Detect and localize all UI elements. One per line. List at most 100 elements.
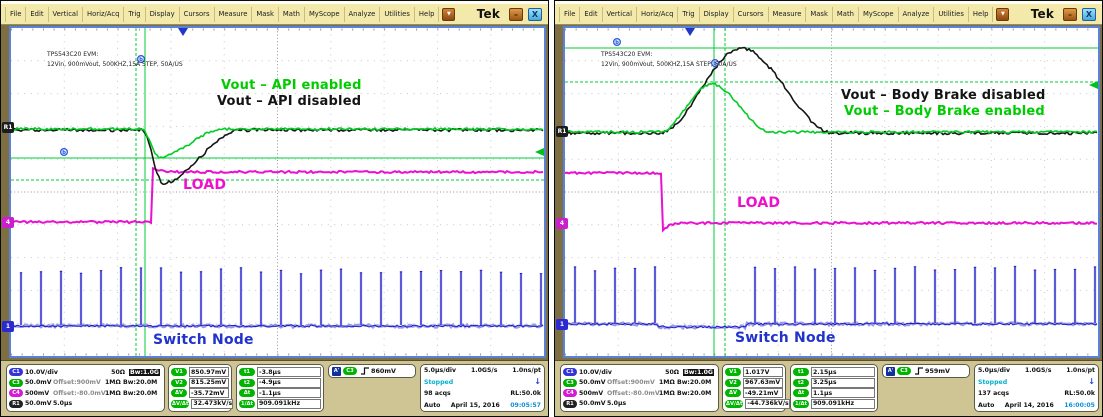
- menu-item-display[interactable]: Display: [146, 7, 180, 22]
- date-value: April 15, 2016: [451, 402, 500, 409]
- voltage-measurement-value: -49.21mV: [743, 388, 783, 398]
- channel-setting: Bw:20.0M: [677, 379, 711, 386]
- channel-setting: 500mV: [25, 390, 51, 397]
- channel-settings-box[interactable]: C110.0V/div50ΩBw:1.0GC350.0mVOffset:900m…: [560, 364, 719, 412]
- annotation-line-1: TPS543C20 EVM:: [601, 50, 737, 60]
- menu-item-trig[interactable]: Trig: [124, 7, 145, 22]
- menu-item-edit[interactable]: Edit: [26, 7, 48, 22]
- menu-item-help[interactable]: Help: [969, 7, 994, 22]
- minimize-button[interactable]: –: [509, 8, 523, 21]
- menu-item-trig[interactable]: Trig: [678, 7, 699, 22]
- time-measurement-badge: 1/Δt: [793, 400, 809, 408]
- acquisition-status: Stopped: [424, 379, 453, 386]
- vout-trace-label-2: Vout – Body Brake enabled: [844, 104, 1045, 119]
- menu-item-math[interactable]: Math: [279, 7, 305, 22]
- arrow-down-icon: ↓: [534, 379, 541, 385]
- acquisition-status-row: Stopped ↓: [978, 379, 1095, 386]
- trigger-position-marker: [685, 28, 695, 36]
- channel-badge-r1: R1: [563, 400, 577, 408]
- time-measurement-value: 3.25μs: [811, 378, 875, 388]
- menu-item-measure[interactable]: Measure: [769, 7, 807, 22]
- menu-item-cursors[interactable]: Cursors: [734, 7, 769, 22]
- channel-settings-box[interactable]: C110.0V/div50ΩBw:1.0GC350.0mVOffset:900m…: [6, 364, 165, 412]
- channel3-level-arrow: [535, 148, 544, 156]
- close-button[interactable]: X: [1082, 8, 1096, 21]
- load-trace-label: LOAD: [737, 195, 780, 211]
- voltage-measurement-row: V1850.97mV: [171, 367, 229, 377]
- menu-item-myscope[interactable]: MyScope: [859, 7, 899, 22]
- menu-item-mask[interactable]: Mask: [806, 7, 833, 22]
- channel-position-marker-4[interactable]: 4: [2, 217, 14, 228]
- channel-setting: 5.0μs: [607, 400, 626, 407]
- trigger-readout-box[interactable]: A' C3 959mV: [882, 364, 970, 378]
- menu-item-utilities[interactable]: Utilities: [934, 7, 969, 22]
- voltage-measurement-value: -44.736kV/s: [745, 399, 789, 409]
- cursor-b-marker-label: b: [62, 150, 66, 156]
- menu-overflow-button[interactable]: ▼: [442, 8, 455, 21]
- minimize-button[interactable]: –: [1063, 8, 1077, 21]
- menu-item-mask[interactable]: Mask: [252, 7, 279, 22]
- menu-item-utilities[interactable]: Utilities: [380, 7, 415, 22]
- waveform-screen: bb TPS543C20 EVM: 12Vin, 900mVout, 500KH…: [555, 25, 1102, 360]
- voltage-measurement-badge: V2: [725, 379, 741, 387]
- menu-item-measure[interactable]: Measure: [215, 7, 253, 22]
- menu-bar: FileEditVerticalHoriz/AcqTrigDisplayCurs…: [1, 1, 548, 25]
- time-cursor-readout-box: t12.15μst23.25μsΔt1.1μs1/Δt909.091kHz: [790, 364, 878, 412]
- channel-row-c3: C350.0mVOffset:900mV1MΩBw:20.0M: [563, 378, 716, 388]
- trigger-position-marker: [178, 28, 188, 36]
- channel-row-c4: C4500mVOffset:-80.0mV1MΩBw:20.0M: [9, 388, 162, 398]
- menu-item-help[interactable]: Help: [415, 7, 440, 22]
- trigger-level: 860mV: [371, 367, 396, 375]
- trigger-a-badge: A': [332, 367, 341, 376]
- time-measurement-value: 909.091kHz: [257, 399, 321, 409]
- voltage-measurement-badge: ΔV: [171, 389, 187, 397]
- menu-item-edit[interactable]: Edit: [580, 7, 602, 22]
- channel-setting: Offset:-80.0mV: [607, 390, 657, 397]
- channel-position-marker-4[interactable]: 4: [556, 218, 568, 229]
- time-measurement-badge: t2: [239, 379, 255, 387]
- menu-item-math[interactable]: Math: [833, 7, 859, 22]
- menu-item-horiz-acq[interactable]: Horiz/Acq: [83, 7, 124, 22]
- time-measurement-badge: Δt: [239, 389, 255, 397]
- menu-item-horiz-acq[interactable]: Horiz/Acq: [637, 7, 678, 22]
- channel-setting: 10.0V/div: [25, 369, 65, 376]
- time-measurement-badge: Δt: [793, 389, 809, 397]
- channel-setting: 50.0mV: [25, 400, 51, 407]
- menu-items: FileEditVerticalHoriz/AcqTrigDisplayCurs…: [559, 7, 993, 22]
- menu-item-display[interactable]: Display: [700, 7, 734, 22]
- switch-node-trace-label: Switch Node: [153, 332, 254, 348]
- menu-item-file[interactable]: File: [6, 7, 26, 22]
- readout-bar: C110.0V/div50ΩBw:1.0GC350.0mVOffset:900m…: [1, 360, 548, 416]
- acquisition-status-row: Stopped ↓: [424, 379, 541, 386]
- channel-position-marker-1[interactable]: 1: [556, 319, 568, 330]
- voltage-measurement-value: 815.25mV: [189, 378, 229, 388]
- channel-position-marker-1[interactable]: 1: [2, 321, 14, 332]
- menu-item-analyze[interactable]: Analyze: [345, 7, 381, 22]
- time-measurement-value: -4.9μs: [257, 378, 321, 388]
- tek-logo: Tek: [1031, 7, 1054, 21]
- channel-setting: Bw:20.0M: [123, 379, 157, 386]
- menu-item-myscope[interactable]: MyScope: [305, 7, 345, 22]
- waveform-screen: bb TPS543C20 EVM: 12Vin, 900mVout, 500KH…: [1, 25, 548, 360]
- time-measurement-row: 1/Δt909.091kHz: [793, 399, 875, 409]
- menu-overflow-button[interactable]: ▼: [996, 8, 1009, 21]
- channel-badge-c4: C4: [9, 389, 23, 397]
- menu-item-cursors[interactable]: Cursors: [180, 7, 215, 22]
- trigger-readout-box[interactable]: A' C3 860mV: [328, 364, 416, 378]
- channel-position-marker-r1[interactable]: R1: [556, 126, 568, 137]
- close-button[interactable]: X: [528, 8, 542, 21]
- menu-item-vertical[interactable]: Vertical: [603, 7, 637, 22]
- annotation-line-2: 12Vin, 900mVout, 500KHZ,15A STEP, 50A/US: [47, 60, 183, 70]
- time-measurement-row: t1-3.8μs: [239, 367, 321, 377]
- voltage-measurement-row: V2967.63mV: [725, 378, 783, 388]
- channel-position-marker-r1[interactable]: R1: [2, 122, 14, 133]
- channel-badge-c3: C3: [9, 379, 23, 387]
- channel-row-c1: C110.0V/div50ΩBw:1.0G: [9, 367, 162, 377]
- time-value: 09:05:57: [510, 402, 541, 409]
- channel-setting: 1MΩ: [105, 379, 121, 386]
- channel-setting: 10.0V/div: [579, 369, 619, 376]
- menu-item-vertical[interactable]: Vertical: [49, 7, 83, 22]
- time-value: 16:00:05: [1064, 402, 1095, 409]
- menu-item-analyze[interactable]: Analyze: [899, 7, 935, 22]
- menu-item-file[interactable]: File: [560, 7, 580, 22]
